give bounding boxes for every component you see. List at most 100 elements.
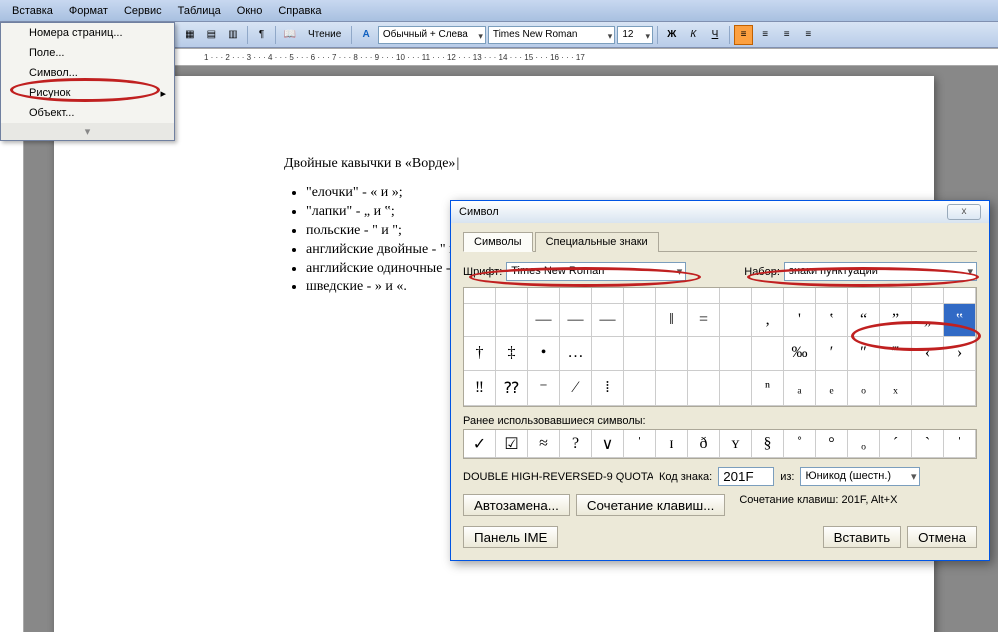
symbol-cell[interactable] <box>624 337 656 371</box>
symbol-cell[interactable] <box>848 288 880 304</box>
symbol-cell[interactable] <box>752 337 784 371</box>
symbol-cell[interactable]: ₓ <box>880 371 912 407</box>
recent-symbol-cell[interactable]: ` <box>912 430 944 458</box>
symbol-cell[interactable] <box>912 288 944 304</box>
symbol-cell[interactable] <box>624 304 656 338</box>
menu-expand-icon[interactable]: ▾ <box>1 123 174 140</box>
symbol-cell[interactable] <box>656 288 688 304</box>
style-combo[interactable]: Обычный + Слева <box>378 26 486 44</box>
symbol-cell[interactable]: ⁇ <box>496 371 528 407</box>
tab-special[interactable]: Специальные знаки <box>535 232 659 252</box>
menu-format[interactable]: Формат <box>61 3 116 19</box>
recent-symbol-cell[interactable]: ≈ <box>528 430 560 458</box>
symbol-cell[interactable]: › <box>944 337 976 371</box>
font-select[interactable]: Times New Roman <box>506 262 686 281</box>
symbol-cell[interactable] <box>624 288 656 304</box>
symbol-cell[interactable] <box>720 288 752 304</box>
symbol-cell[interactable] <box>688 337 720 371</box>
recent-symbol-cell[interactable]: ´ <box>880 430 912 458</box>
symbol-cell[interactable] <box>944 371 976 407</box>
menu-help[interactable]: Справка <box>270 3 329 19</box>
menu-window[interactable]: Окно <box>229 3 271 19</box>
document-title[interactable]: Двойные кавычки в «Ворде» <box>284 156 704 172</box>
underline-button[interactable]: Ч <box>705 25 725 45</box>
symbol-cell[interactable] <box>592 288 624 304</box>
reading-icon[interactable]: 📖 <box>280 25 300 45</box>
recent-symbol-cell[interactable]: ɪ <box>656 430 688 458</box>
symbol-cell[interactable]: … <box>560 337 592 371</box>
symbol-cell[interactable]: — <box>528 304 560 338</box>
autocorrect-button[interactable]: Автозамена... <box>463 494 570 516</box>
bold-button[interactable]: Ж <box>662 25 682 45</box>
recent-grid[interactable]: ✓☑≈?∨ˈɪðʏ§˚°ₒ´`ˈ <box>463 429 977 459</box>
symbol-cell[interactable]: ‖ <box>656 304 688 338</box>
symbol-cell[interactable]: † <box>464 337 496 371</box>
symbol-cell[interactable]: ‟ <box>944 304 976 338</box>
symbol-cell[interactable]: ₒ <box>848 371 880 407</box>
symbol-grid[interactable]: ——―‖=‚'‛“”„‟†‡•…‰′″‴‹›‼⁇⁻⁄⁞ⁿₐₑₒₓ <box>463 287 977 407</box>
recent-symbol-cell[interactable]: ˈ <box>944 430 976 458</box>
menu-insert[interactable]: Вставка <box>4 3 61 19</box>
symbol-cell[interactable]: ₐ <box>784 371 816 407</box>
menu-service[interactable]: Сервис <box>116 3 170 19</box>
code-input[interactable] <box>718 467 774 486</box>
align-center-button[interactable]: ≡ <box>755 25 775 45</box>
menu-field[interactable]: Поле... <box>1 43 174 63</box>
recent-symbol-cell[interactable]: ° <box>816 430 848 458</box>
paragraph-icon[interactable]: ¶ <box>252 25 272 45</box>
symbol-cell[interactable]: ⁻ <box>528 371 560 407</box>
recent-symbol-cell[interactable]: ☑ <box>496 430 528 458</box>
recent-symbol-cell[interactable]: § <box>752 430 784 458</box>
menu-page-numbers[interactable]: Номера страниц... <box>1 23 174 43</box>
align-right-button[interactable]: ≡ <box>777 25 797 45</box>
ime-button[interactable]: Панель IME <box>463 526 558 548</box>
menu-picture[interactable]: Рисунок <box>1 83 174 103</box>
recent-symbol-cell[interactable]: ˚ <box>784 430 816 458</box>
italic-button[interactable]: К <box>684 25 704 45</box>
symbol-cell[interactable] <box>816 288 848 304</box>
symbol-cell[interactable]: • <box>528 337 560 371</box>
recent-symbol-cell[interactable]: ? <box>560 430 592 458</box>
recent-symbol-cell[interactable]: ʏ <box>720 430 752 458</box>
symbol-cell[interactable] <box>528 288 560 304</box>
recent-symbol-cell[interactable]: ₒ <box>848 430 880 458</box>
symbol-cell[interactable]: ‹ <box>912 337 944 371</box>
symbol-cell[interactable] <box>464 288 496 304</box>
symbol-cell[interactable] <box>592 337 624 371</box>
symbol-cell[interactable]: — <box>560 304 592 338</box>
menu-symbol[interactable]: Символ... <box>1 63 174 83</box>
symbol-cell[interactable] <box>944 288 976 304</box>
close-button[interactable]: x <box>947 204 981 220</box>
symbol-cell[interactable] <box>720 371 752 407</box>
symbol-cell[interactable] <box>688 288 720 304</box>
font-combo[interactable]: Times New Roman <box>488 26 615 44</box>
symbol-cell[interactable]: ⁿ <box>752 371 784 407</box>
symbol-cell[interactable] <box>656 371 688 407</box>
symbol-cell[interactable]: ‴ <box>880 337 912 371</box>
symbol-cell[interactable]: ‡ <box>496 337 528 371</box>
reading-button[interactable]: Чтение <box>302 29 347 40</box>
symbol-cell[interactable]: ‰ <box>784 337 816 371</box>
symbol-cell[interactable] <box>656 337 688 371</box>
recent-symbol-cell[interactable]: ð <box>688 430 720 458</box>
symbol-cell[interactable]: ‼ <box>464 371 496 407</box>
symbol-cell[interactable]: ′ <box>816 337 848 371</box>
symbol-cell[interactable]: ‛ <box>816 304 848 338</box>
symbol-cell[interactable] <box>912 371 944 407</box>
symbol-cell[interactable]: ⁄ <box>560 371 592 407</box>
toolbar-icon[interactable]: ▦ <box>180 25 200 45</box>
symbol-cell[interactable] <box>880 288 912 304</box>
shortcut-button[interactable]: Сочетание клавиш... <box>576 494 725 516</box>
symbol-cell[interactable] <box>720 304 752 338</box>
from-select[interactable]: Юникод (шестн.) <box>800 467 920 486</box>
symbol-cell[interactable] <box>496 304 528 338</box>
style-format-icon[interactable]: A <box>356 25 376 45</box>
symbol-cell[interactable] <box>784 288 816 304</box>
cancel-button[interactable]: Отмена <box>907 526 977 548</box>
tab-symbols[interactable]: Символы <box>463 232 533 252</box>
recent-symbol-cell[interactable]: ˈ <box>624 430 656 458</box>
symbol-cell[interactable] <box>624 371 656 407</box>
insert-button[interactable]: Вставить <box>823 526 902 548</box>
toolbar-icon[interactable]: ▤ <box>202 25 222 45</box>
symbol-cell[interactable]: “ <box>848 304 880 338</box>
